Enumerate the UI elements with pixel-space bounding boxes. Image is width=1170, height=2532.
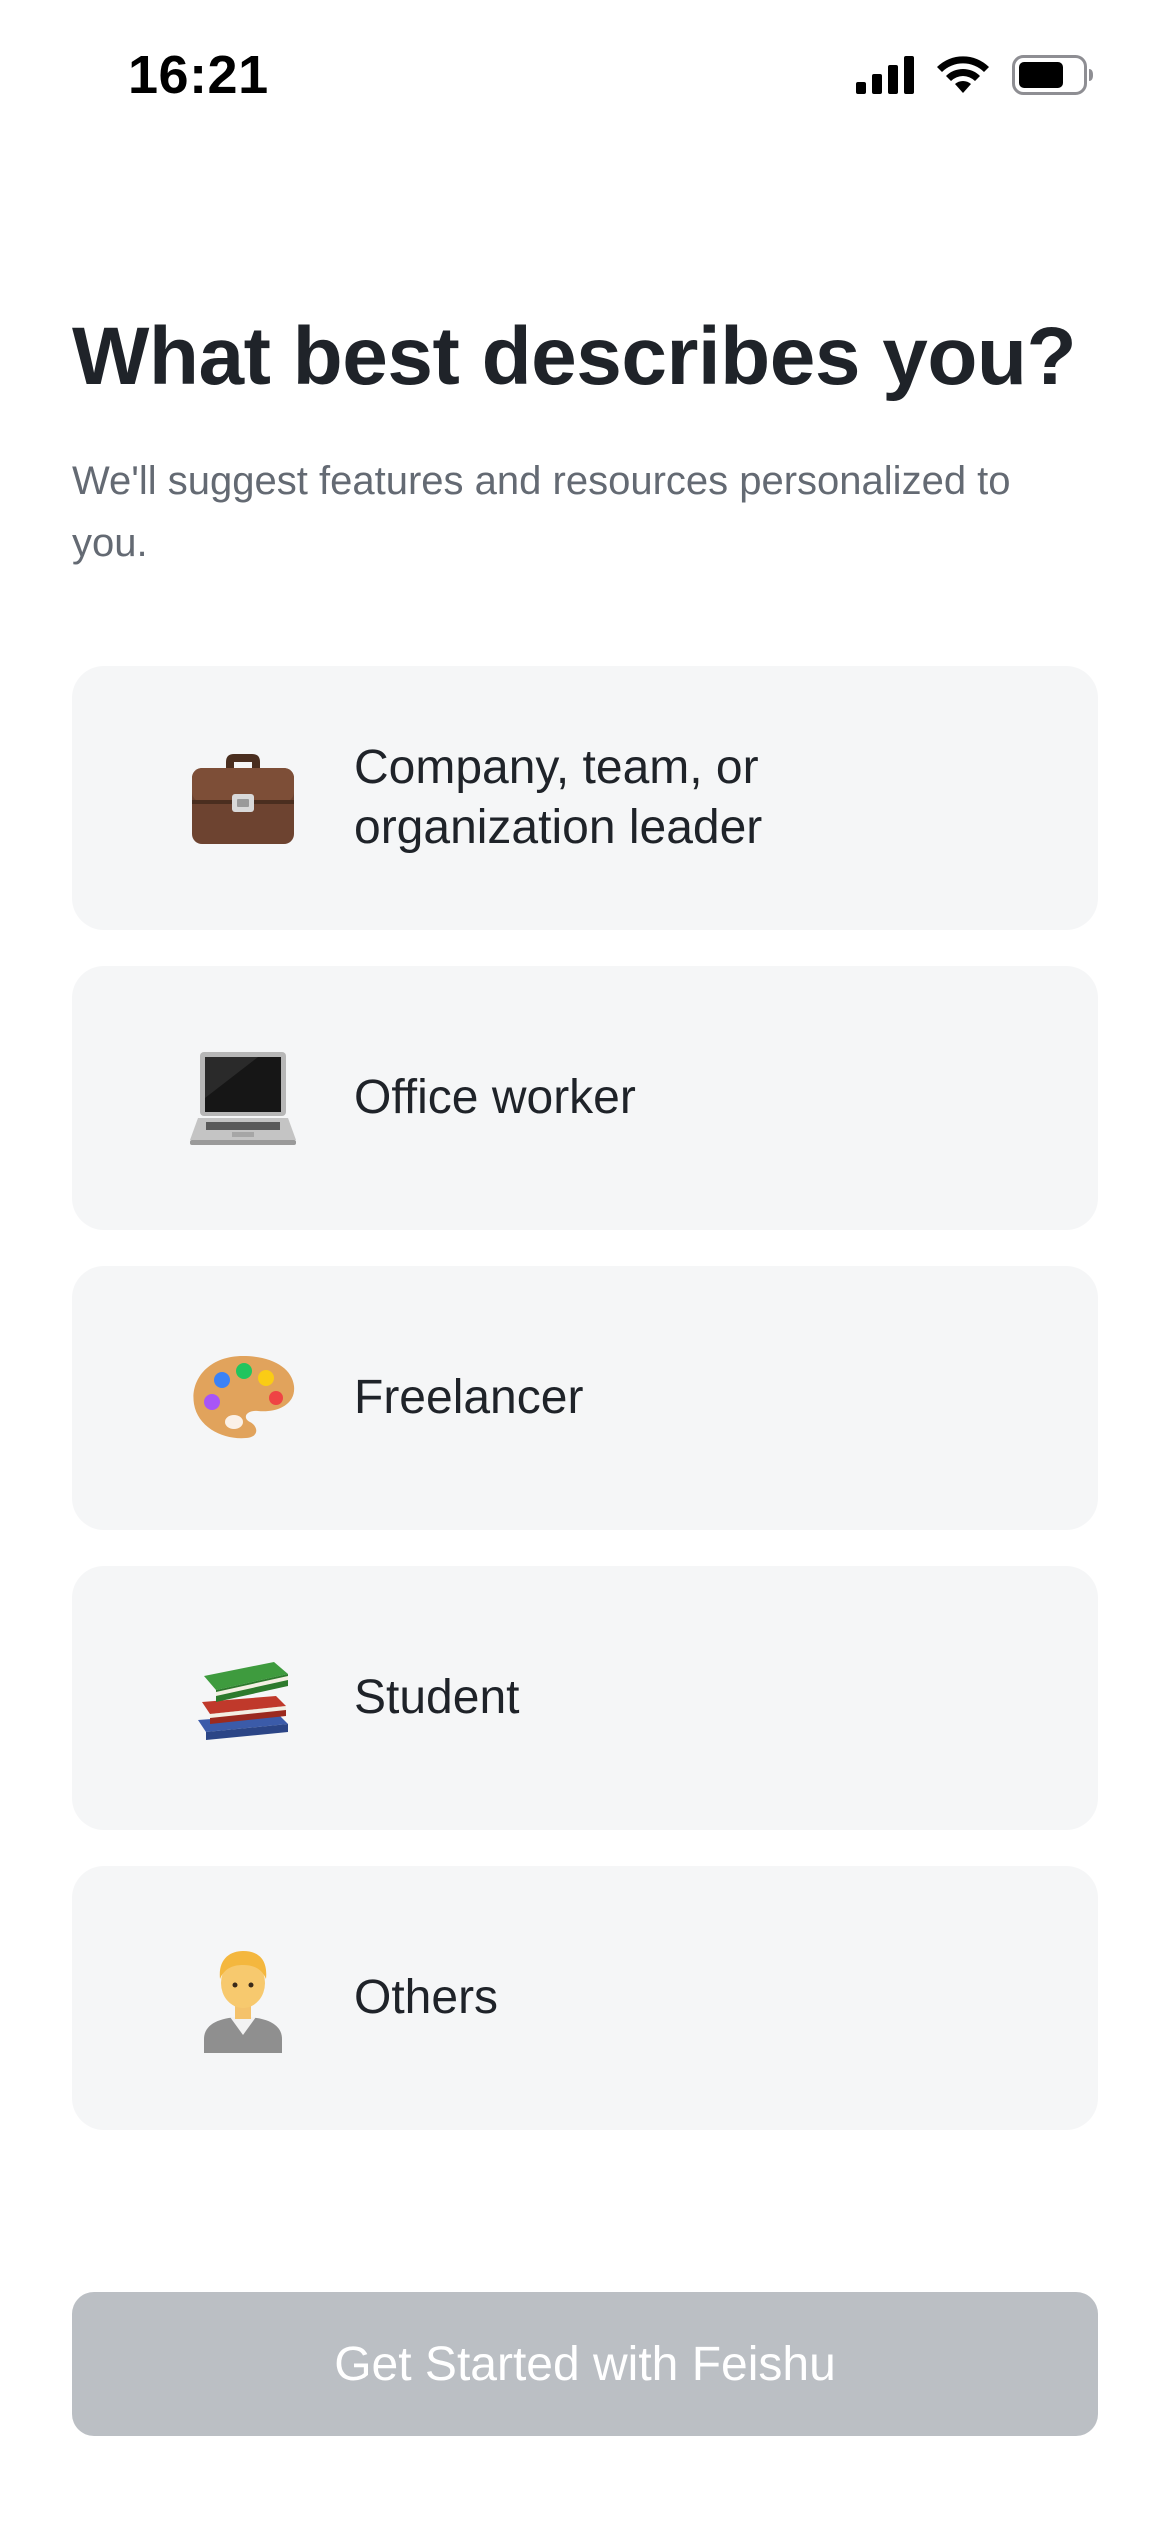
person-icon	[188, 1943, 298, 2053]
option-company-leader[interactable]: Company, team, or organization leader	[72, 666, 1098, 930]
briefcase-icon	[188, 743, 298, 853]
option-label: Student	[354, 1671, 520, 1724]
option-student[interactable]: Student	[72, 1566, 1098, 1830]
option-label: Freelancer	[354, 1371, 584, 1424]
option-label: Others	[354, 1971, 499, 2024]
status-icons	[856, 55, 1094, 100]
page-title: What best describes you?	[72, 311, 1077, 402]
option-label: Company, team, or organization leader	[354, 741, 763, 854]
get-started-button[interactable]: Get Started with Feishu	[72, 2292, 1098, 2436]
artist-palette-icon	[188, 1343, 298, 1453]
page-subtitle: We'll suggest features and resources per…	[72, 459, 1011, 565]
wifi-icon	[936, 55, 990, 100]
option-office-worker[interactable]: Office worker	[72, 966, 1098, 1230]
laptop-icon	[188, 1043, 298, 1153]
battery-icon	[1012, 55, 1094, 100]
cellular-signal-icon	[856, 56, 914, 99]
option-others[interactable]: Others	[72, 1866, 1098, 2130]
status-bar: 16:21	[0, 0, 1170, 150]
status-time: 16:21	[128, 45, 269, 105]
option-label: Office worker	[354, 1071, 636, 1124]
option-freelancer[interactable]: Freelancer	[72, 1266, 1098, 1530]
role-options-list: Company, team, or organization leader Of…	[72, 666, 1098, 2166]
books-icon	[188, 1643, 298, 1753]
